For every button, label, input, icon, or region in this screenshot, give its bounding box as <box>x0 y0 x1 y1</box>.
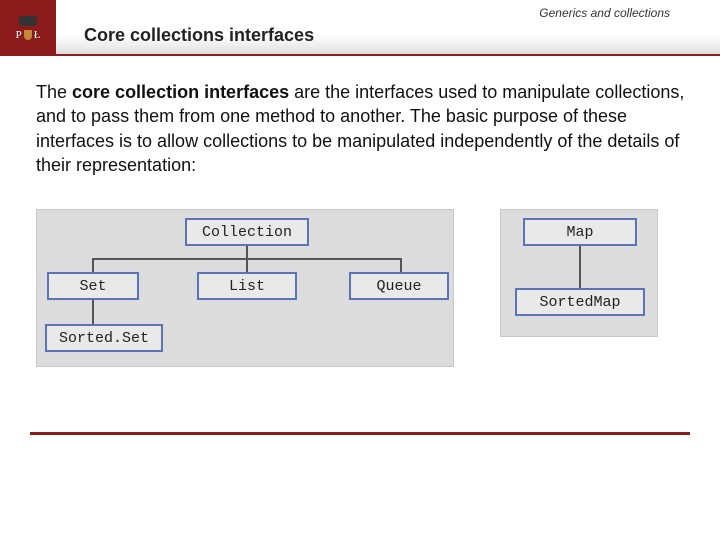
connector <box>92 300 94 324</box>
body-paragraph: The core collection interfaces are the i… <box>36 80 692 177</box>
logo-left-letter: P <box>16 29 22 41</box>
university-logo: P Ł <box>0 0 56 56</box>
logo-right-letter: Ł <box>34 29 41 41</box>
slide-category: Generics and collections <box>539 6 670 20</box>
map-hierarchy-panel: Map SortedMap <box>500 209 658 337</box>
node-sortedmap: SortedMap <box>515 288 645 316</box>
slide-header: P Ł Generics and collections Core collec… <box>0 0 720 56</box>
node-map: Map <box>523 218 637 246</box>
header-right: Generics and collections Core collection… <box>56 0 720 56</box>
slide-body: The core collection interfaces are the i… <box>0 56 720 177</box>
connector <box>92 258 94 272</box>
node-sortedset: Sorted.Set <box>45 324 163 352</box>
hierarchy-diagram: Collection Set List Queue Sorted.Set Map… <box>36 209 684 367</box>
node-set: Set <box>47 272 139 300</box>
node-list: List <box>197 272 297 300</box>
connector <box>400 258 402 272</box>
node-queue: Queue <box>349 272 449 300</box>
connector <box>246 246 248 258</box>
logo-letters: P Ł <box>16 29 41 41</box>
connector <box>579 246 581 288</box>
node-collection: Collection <box>185 218 309 246</box>
collection-hierarchy-panel: Collection Set List Queue Sorted.Set <box>36 209 454 367</box>
body-strong: core collection interfaces <box>72 82 289 102</box>
slide-title: Core collections interfaces <box>70 25 314 52</box>
body-lead: The <box>36 82 72 102</box>
logo-crest-icon <box>24 30 32 40</box>
connector <box>246 258 248 272</box>
footer-divider <box>30 432 690 435</box>
logo-emblem-icon <box>19 16 37 26</box>
